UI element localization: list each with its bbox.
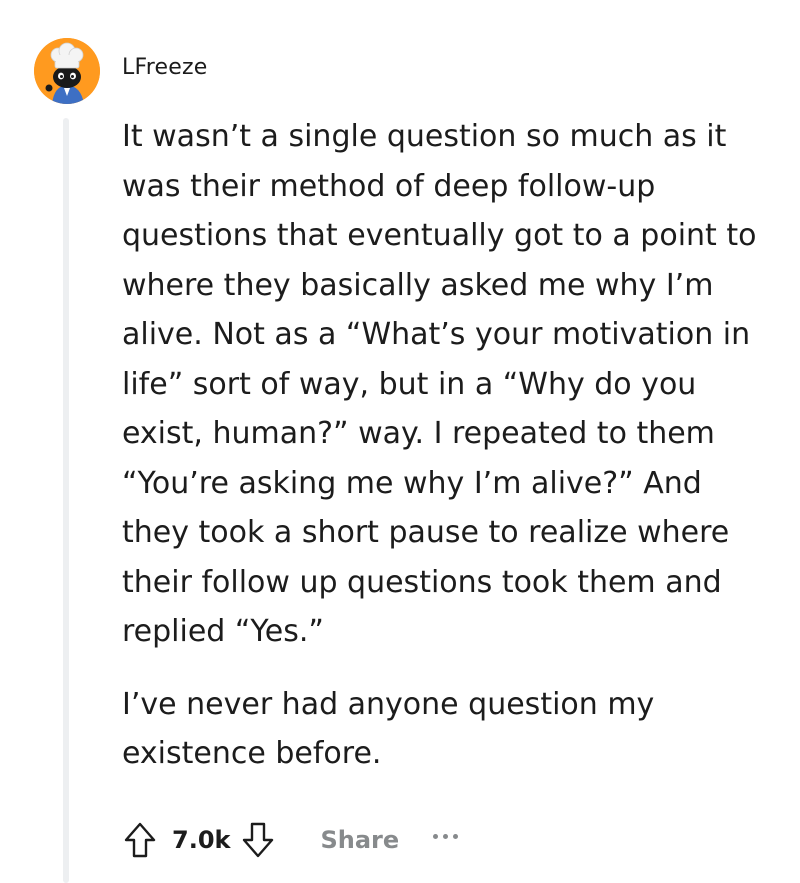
dot bbox=[453, 833, 459, 839]
comment-body: It wasn’t a single question so much as i… bbox=[122, 112, 762, 779]
upvote-arrow-icon[interactable] bbox=[122, 820, 158, 860]
chef-snoo-avatar-icon bbox=[34, 38, 100, 104]
more-options-icon[interactable] bbox=[433, 826, 459, 846]
thread-line[interactable] bbox=[63, 118, 69, 883]
comment: LFreeze It wasn’t a single question so m… bbox=[0, 0, 800, 883]
user-avatar[interactable] bbox=[34, 38, 100, 104]
comment-paragraph: I’ve never had anyone question my existe… bbox=[122, 686, 655, 772]
share-button[interactable]: Share bbox=[320, 826, 399, 854]
comment-author[interactable]: LFreeze bbox=[122, 55, 207, 80]
comment-paragraph: It wasn’t a single question so much as i… bbox=[122, 119, 757, 649]
comment-actions: 7.0k Share bbox=[122, 812, 459, 868]
downvote-arrow-icon[interactable] bbox=[240, 820, 276, 860]
dot bbox=[433, 833, 439, 839]
vote-count: 7.0k bbox=[172, 826, 231, 854]
dot bbox=[443, 833, 449, 839]
